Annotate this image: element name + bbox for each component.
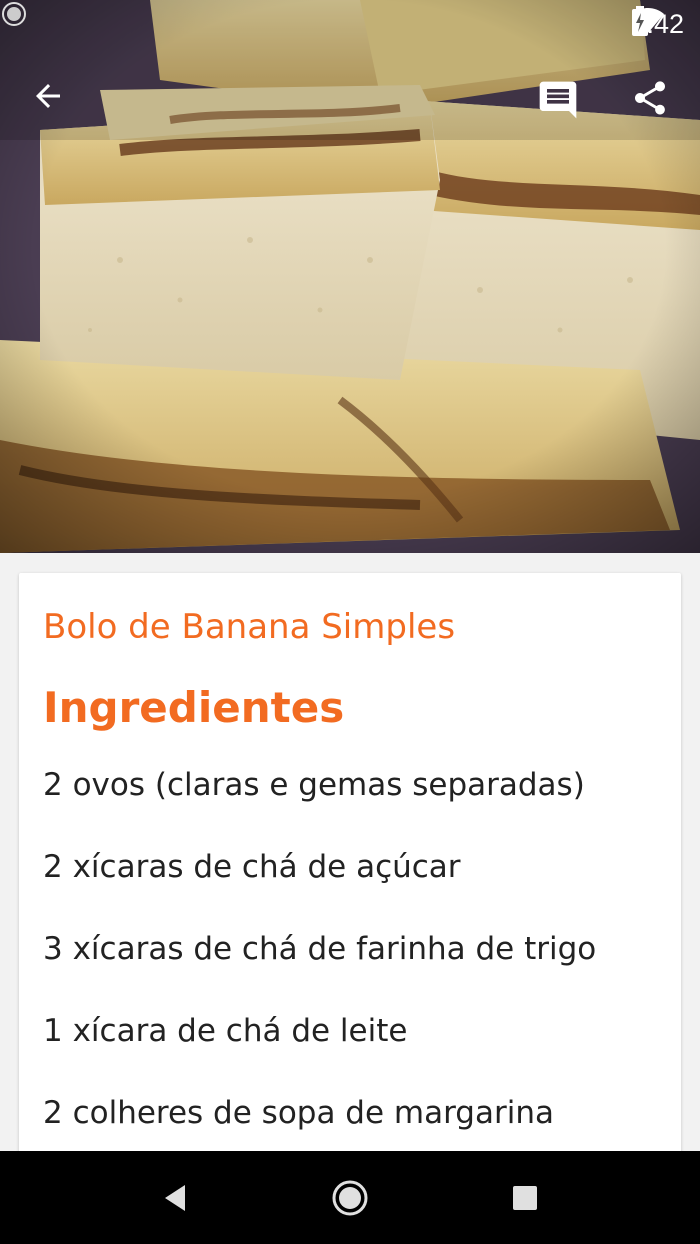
share-icon: [635, 81, 665, 115]
app-toolbar: [0, 70, 700, 134]
status-indicators: 2:42: [631, 6, 684, 42]
nav-back-button[interactable]: [150, 1173, 200, 1223]
nav-recent-button[interactable]: [500, 1173, 550, 1223]
nav-home-icon: [332, 1180, 368, 1216]
ingredient-item: 3 xícaras de chá de farinha de trigo: [43, 931, 597, 967]
nav-home-button[interactable]: [325, 1173, 375, 1223]
nav-recent-icon: [513, 1186, 537, 1210]
battery-charging-icon: [632, 6, 649, 36]
arrow-back-icon: [36, 84, 60, 108]
navigation-bar: [0, 1151, 700, 1244]
recipe-title: Bolo de Banana Simples: [43, 607, 456, 647]
status-bar: 2:42: [0, 0, 700, 48]
ingredient-item: 1 xícara de chá de leite: [43, 1013, 408, 1049]
recipe-screen: 2:42 Bolo de Banana Simples Ingredientes…: [0, 0, 700, 1244]
recipe-photo: 2:42: [0, 0, 700, 553]
ingredients-heading: Ingredientes: [43, 683, 345, 732]
ingredients-list: 2 ovos (claras e gemas separadas) 2 xíca…: [43, 763, 663, 1173]
ingredient-item: 2 xícaras de chá de açúcar: [43, 849, 461, 885]
nav-back-icon: [165, 1185, 185, 1211]
ingredient-item: 2 ovos (claras e gemas separadas): [43, 767, 585, 803]
comment-icon: [539, 81, 577, 119]
recipe-card: Bolo de Banana Simples Ingredientes 2 ov…: [19, 573, 681, 1173]
comments-button[interactable]: [536, 78, 584, 126]
back-button[interactable]: [30, 78, 78, 126]
loading-icon: [2, 2, 26, 26]
share-button[interactable]: [630, 78, 678, 126]
